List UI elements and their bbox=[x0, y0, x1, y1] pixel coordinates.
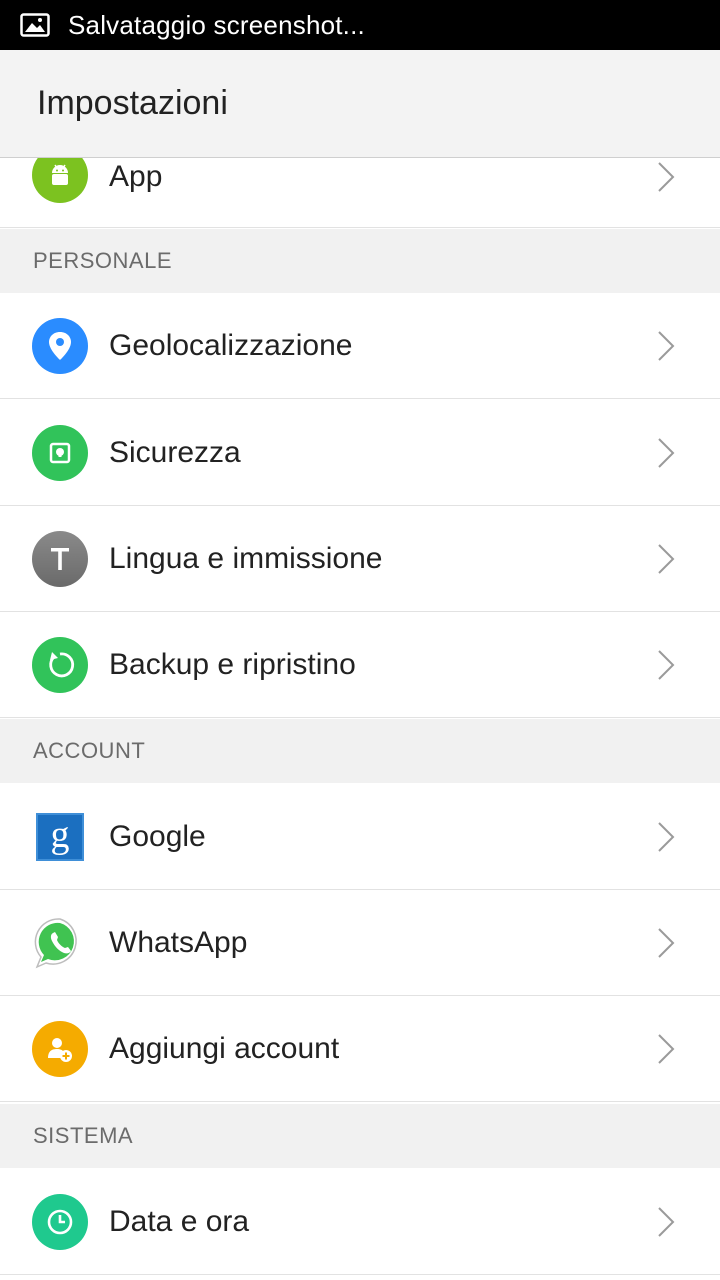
settings-item-whatsapp[interactable]: WhatsApp bbox=[0, 890, 720, 996]
section-header-sistema: SISTEMA bbox=[0, 1104, 720, 1168]
section-header-personale: PERSONALE bbox=[0, 229, 720, 293]
clock-icon bbox=[32, 1193, 88, 1250]
settings-item-backup[interactable]: Backup e ripristino bbox=[0, 612, 720, 718]
settings-item-lingua[interactable]: Lingua e immissione bbox=[0, 506, 720, 612]
section-title: ACCOUNT bbox=[33, 738, 146, 763]
settings-item-data-ora[interactable]: Data e ora bbox=[0, 1169, 720, 1275]
settings-item-label: App bbox=[109, 160, 163, 193]
add-account-icon bbox=[32, 1020, 88, 1077]
chevron-right-icon bbox=[658, 162, 675, 192]
section-title: SISTEMA bbox=[33, 1123, 134, 1148]
lock-icon bbox=[32, 424, 88, 481]
whatsapp-icon bbox=[32, 915, 88, 971]
settings-item-label: Backup e ripristino bbox=[109, 647, 356, 681]
chevron-right-icon bbox=[658, 927, 675, 958]
chevron-right-icon bbox=[658, 821, 675, 852]
settings-item-google[interactable]: g Google bbox=[0, 784, 720, 890]
settings-item-label: Geolocalizzazione bbox=[109, 328, 353, 362]
settings-item-label: Google bbox=[109, 819, 206, 853]
image-icon bbox=[20, 13, 50, 37]
settings-item-sicurezza[interactable]: Sicurezza bbox=[0, 400, 720, 506]
settings-item-label: Lingua e immissione bbox=[109, 541, 383, 575]
status-notification-text: Salvataggio screenshot... bbox=[68, 9, 365, 40]
section-header-account: ACCOUNT bbox=[0, 719, 720, 783]
settings-item-aggiungi-account[interactable]: Aggiungi account bbox=[0, 996, 720, 1102]
action-bar: Impostazioni bbox=[0, 50, 720, 158]
status-bar: Salvataggio screenshot... bbox=[0, 0, 720, 50]
location-pin-icon bbox=[32, 317, 88, 374]
chevron-right-icon bbox=[658, 543, 675, 574]
settings-item-label: Aggiungi account bbox=[109, 1031, 340, 1065]
android-icon bbox=[32, 158, 88, 203]
settings-item-geolocalizzazione[interactable]: Geolocalizzazione bbox=[0, 293, 720, 399]
settings-item-app[interactable]: App bbox=[0, 158, 720, 228]
restore-icon bbox=[32, 636, 88, 693]
chevron-right-icon bbox=[658, 1033, 675, 1064]
settings-item-label: Data e ora bbox=[109, 1204, 250, 1238]
chevron-right-icon bbox=[658, 649, 675, 680]
page-title: Impostazioni bbox=[37, 84, 228, 122]
settings-list[interactable]: App PERSONALE Geolocalizzazione Sicurezz… bbox=[0, 158, 720, 1280]
section-title: PERSONALE bbox=[33, 248, 172, 273]
settings-item-label: Sicurezza bbox=[109, 435, 241, 469]
chevron-right-icon bbox=[658, 1206, 675, 1237]
chevron-right-icon bbox=[658, 330, 675, 361]
text-t-icon bbox=[32, 530, 88, 587]
svg-text:g: g bbox=[51, 817, 70, 856]
settings-item-label: WhatsApp bbox=[109, 925, 248, 959]
google-icon: g bbox=[36, 812, 84, 861]
chevron-right-icon bbox=[658, 437, 675, 468]
